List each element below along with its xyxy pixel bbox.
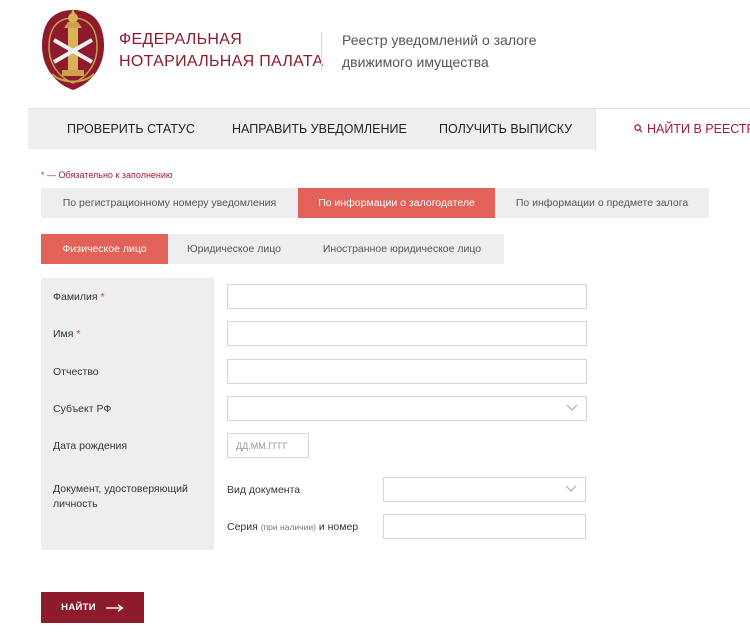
patronymic-label: Отчество [53,366,99,378]
organization-name[interactable]: ФЕДЕРАЛЬНАЯ НОТАРИАЛЬНАЯ ПАЛАТА [119,29,323,73]
nav-get-extract[interactable]: ПОЛУЧИТЬ ВЫПИСКУ [439,109,572,149]
nav-send-notification[interactable]: НАПРАВИТЬ УВЕДОМЛЕНИЕ [232,109,407,149]
nav-check-status[interactable]: ПРОВЕРИТЬ СТАТУС [67,109,195,149]
name-label: Имя * [53,328,80,340]
birthdate-field[interactable] [227,433,309,458]
surname-field[interactable] [227,284,587,309]
search-mode-tabs: По регистрационному номеру уведомления П… [41,188,709,218]
nav-find-in-registry[interactable]: НАЙТИ В РЕЕСТРЕ [595,109,750,151]
document-series-number-field[interactable] [383,514,586,539]
document-type-select[interactable] [383,477,586,502]
document-type-label: Вид документа [227,484,301,496]
surname-input[interactable] [228,285,586,308]
nav-find-label: НАЙТИ В РЕЕСТРЕ [647,122,750,136]
birthdate-input[interactable] [228,434,308,457]
search-icon [634,124,643,133]
required-fields-note: * — Обязательно к заполнению [41,170,173,180]
org-name-line2: НОТАРИАЛЬНАЯ ПАЛАТА [119,53,324,70]
header-divider [321,32,322,72]
name-input[interactable] [228,322,586,345]
registry-title-line1: Реестр уведомлений о залоге [342,32,537,48]
surname-label: Фамилия * [53,291,105,303]
series-label-main: Серия [227,521,258,533]
name-required-star: * [76,328,81,340]
chevron-down-icon [565,485,577,492]
name-label-text: Имя [53,328,74,340]
name-field[interactable] [227,321,587,346]
registry-title-line2: движимого имущества [342,54,489,70]
find-button-label: НАЙТИ [61,602,96,613]
tab-by-pledge-subject[interactable]: По информации о предмете залога [495,188,709,218]
region-label: Субъект РФ [53,403,112,415]
required-star: * [41,170,45,180]
document-series-number-input[interactable] [384,515,585,538]
registry-title: Реестр уведомлений о залоге движимого им… [342,29,537,73]
tab-by-registration-number[interactable]: По регистрационному номеру уведомления [41,188,298,218]
region-select[interactable] [227,396,587,421]
surname-required-star: * [100,291,105,303]
required-note-text: — Обязательно к заполнению [47,170,173,180]
chevron-down-icon [566,404,578,411]
series-label-optional: (при наличии) [260,522,316,532]
tab-by-pledgor-info[interactable]: По информации о залогодателе [298,188,495,218]
arrow-right-icon [105,603,124,612]
notary-chamber-logo-icon[interactable] [38,4,108,92]
site-header: ФЕДЕРАЛЬНАЯ НОТАРИАЛЬНАЯ ПАЛАТА Реестр у… [0,0,750,108]
person-type-tabs: Физическое лицо Юридическое лицо Иностра… [41,234,504,264]
birthdate-label: Дата рождения [53,440,128,452]
form-labels-panel: Фамилия * Имя * Отчество Субъект РФ Дата… [41,278,214,550]
patronymic-field[interactable] [227,359,587,384]
surname-label-text: Фамилия [53,291,98,303]
tab-legal-entity[interactable]: Юридическое лицо [168,234,300,264]
main-nav: ПРОВЕРИТЬ СТАТУС НАПРАВИТЬ УВЕДОМЛЕНИЕ П… [28,108,750,151]
document-series-number-label: Серия (при наличии) и номер [227,521,358,533]
find-button[interactable]: НАЙТИ [41,592,144,623]
tab-foreign-legal-entity[interactable]: Иностранное юридическое лицо [300,234,504,264]
identity-document-label: Документ, удостоверяющий личность [53,483,188,510]
org-name-line1: ФЕДЕРАЛЬНАЯ [119,31,243,48]
patronymic-input[interactable] [228,360,586,383]
series-label-number: и номер [318,521,359,533]
tab-individual[interactable]: Физическое лицо [41,234,168,264]
